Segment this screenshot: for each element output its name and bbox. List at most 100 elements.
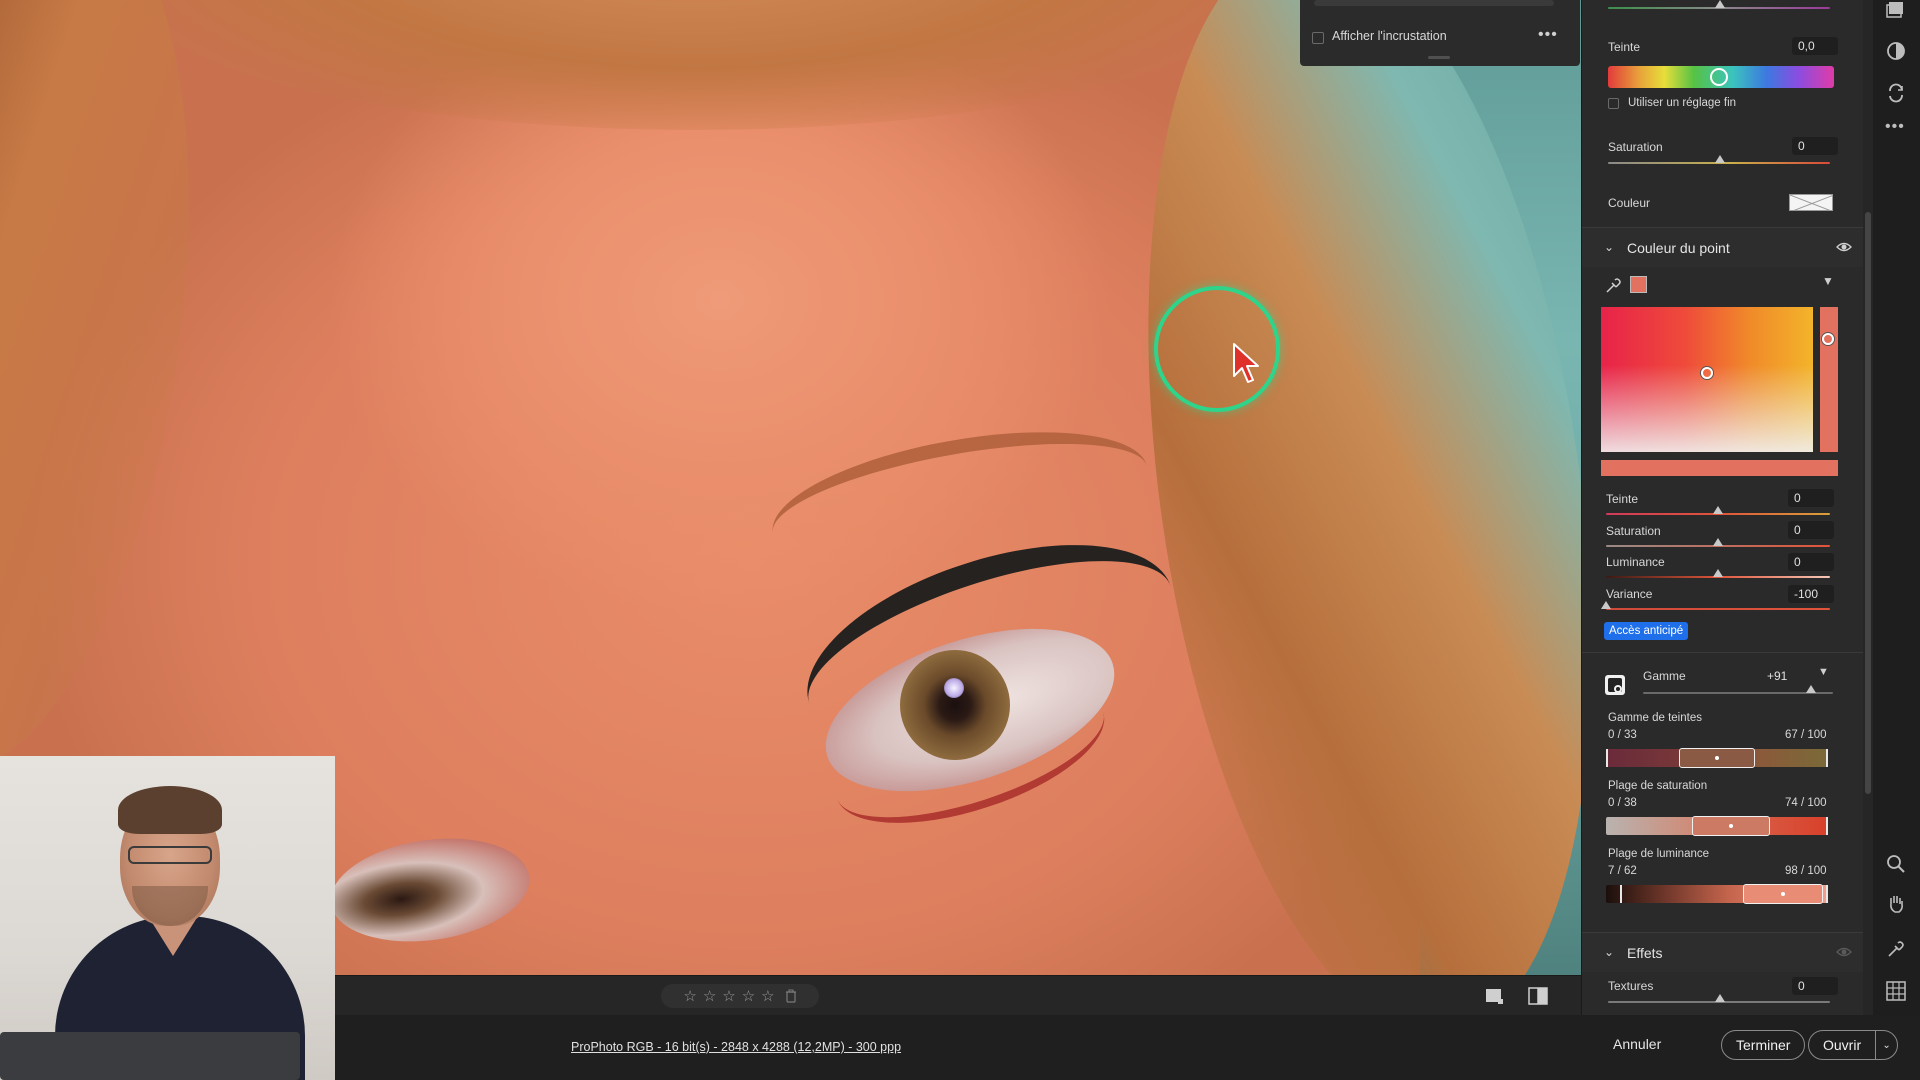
point-hue-thumb[interactable] <box>1713 506 1723 514</box>
chevron-down-icon[interactable]: ▼ <box>1822 274 1834 288</box>
luminance-range-slider[interactable] <box>1606 884 1828 904</box>
hue-slider-thumb[interactable] <box>1710 68 1728 86</box>
fine-tune-label: Utiliser un réglage fin <box>1628 97 1737 109</box>
star-rating[interactable]: ☆ ☆ ☆ ☆ ☆ <box>661 984 819 1008</box>
point-saturation-thumb[interactable] <box>1713 538 1723 546</box>
point-saturation-label: Saturation <box>1606 524 1661 538</box>
tool-strip: ••• <box>1873 0 1920 1015</box>
saturation-value[interactable]: 0 <box>1792 137 1838 155</box>
hue-range-end[interactable] <box>1826 749 1828 767</box>
saturation-range-selection[interactable] <box>1692 816 1770 836</box>
textures-label: Textures <box>1608 979 1654 993</box>
hue-range-selection[interactable] <box>1679 748 1755 768</box>
hue-range-left-value: 0 / 33 <box>1608 729 1637 741</box>
star-icon[interactable]: ☆ <box>703 989 716 1004</box>
drag-handle[interactable] <box>1428 56 1450 59</box>
early-access-badge[interactable]: Accès anticipé <box>1604 622 1689 640</box>
hair-region-left <box>0 0 241 801</box>
saturation-range-slider[interactable] <box>1606 816 1828 836</box>
variance-thumb[interactable] <box>1601 601 1611 609</box>
hue-range-start[interactable] <box>1606 749 1608 767</box>
visibility-eye-icon[interactable] <box>1836 945 1852 959</box>
view-toolbar: ☆ ☆ ☆ ☆ ☆ <box>335 975 1581 1015</box>
textures-value[interactable]: 0 <box>1792 977 1838 995</box>
chevron-down-icon[interactable]: ▼ <box>1818 666 1829 678</box>
color-preview-bar <box>1601 460 1838 476</box>
point-luminance-thumb[interactable] <box>1713 569 1723 577</box>
luminance-range-label: Plage de luminance <box>1608 848 1710 860</box>
grid-icon[interactable] <box>1885 980 1907 1002</box>
cursor-arrow-icon <box>1233 343 1259 383</box>
webcam-overlay <box>0 756 335 1080</box>
sync-icon[interactable] <box>1885 82 1907 104</box>
compare-view-icon[interactable] <box>1527 986 1549 1006</box>
second-eye <box>324 826 536 954</box>
variance-label: Variance <box>1606 587 1653 601</box>
color-swatch[interactable] <box>1789 194 1833 211</box>
cancel-button[interactable]: Annuler <box>1613 1036 1661 1052</box>
saturation-range-end[interactable] <box>1826 817 1828 835</box>
range-thumb[interactable] <box>1806 685 1816 693</box>
hue-range-slider[interactable] <box>1606 748 1828 768</box>
eyedropper-icon[interactable] <box>1604 277 1622 295</box>
textures-thumb[interactable] <box>1715 994 1725 1002</box>
luminance-range-left-value: 7 / 62 <box>1608 865 1637 877</box>
point-luminance-value[interactable]: 0 <box>1788 553 1834 571</box>
chevron-down-icon[interactable]: ⌄ <box>1604 945 1614 959</box>
hue-range-label: Gamme de teintes <box>1608 712 1702 724</box>
adjustments-panel: Teinte 0,0 Utiliser un réglage fin Satur… <box>1581 0 1863 1015</box>
more-options-icon[interactable]: ••• <box>1538 26 1558 44</box>
effects-title: Effets <box>1627 945 1663 961</box>
star-icon[interactable]: ☆ <box>722 989 735 1004</box>
mask-icon[interactable] <box>1885 40 1907 62</box>
open-button[interactable]: Ouvrir <box>1809 1031 1875 1059</box>
color-strip-marker[interactable] <box>1822 333 1834 345</box>
chevron-down-icon[interactable]: ⌄ <box>1875 1031 1897 1059</box>
panel-scrollbar[interactable] <box>1863 0 1873 1015</box>
star-icon[interactable]: ☆ <box>683 989 696 1004</box>
zoom-icon[interactable] <box>1885 853 1907 875</box>
star-icon[interactable]: ☆ <box>742 989 755 1004</box>
file-info-link[interactable]: ProPhoto RGB - 16 bit(s) - 2848 x 4288 (… <box>571 1040 901 1054</box>
hair-region <box>120 0 1270 130</box>
point-hue-value[interactable]: 0 <box>1788 489 1834 507</box>
divider <box>1582 652 1863 653</box>
range-label: Gamme <box>1643 669 1686 683</box>
eyedropper-tool-icon[interactable] <box>1885 938 1907 960</box>
variance-value[interactable]: -100 <box>1788 585 1834 603</box>
luminance-range-end[interactable] <box>1826 885 1828 903</box>
done-button[interactable]: Terminer <box>1721 1030 1806 1060</box>
show-overlay-checkbox[interactable] <box>1312 32 1324 44</box>
variance-track[interactable] <box>1606 608 1830 610</box>
star-icon[interactable]: ☆ <box>761 989 774 1004</box>
range-mask-icon[interactable] <box>1604 674 1626 696</box>
color-field[interactable] <box>1601 307 1813 452</box>
slider-thumb[interactable] <box>1715 0 1725 8</box>
range-track[interactable] <box>1643 692 1833 694</box>
fine-tune-checkbox[interactable] <box>1608 98 1619 109</box>
luminance-range-selection[interactable] <box>1743 884 1823 904</box>
panels-icon[interactable] <box>1885 0 1907 22</box>
saturation-range-left-value: 0 / 38 <box>1608 797 1637 809</box>
single-view-icon[interactable] <box>1483 986 1505 1006</box>
show-overlay-label: Afficher l'incrustation <box>1332 29 1447 43</box>
hand-icon[interactable] <box>1885 892 1907 914</box>
trash-icon[interactable] <box>785 989 797 1003</box>
color-label: Couleur <box>1608 196 1651 210</box>
point-color-section-header[interactable]: ⌄ Couleur du point <box>1582 227 1863 267</box>
saturation-range-label: Plage de saturation <box>1608 780 1708 792</box>
range-value[interactable]: +91 <box>1767 669 1787 683</box>
luminance-range-start[interactable] <box>1620 885 1622 903</box>
saturation-thumb[interactable] <box>1715 155 1725 163</box>
tint-value[interactable]: 0,0 <box>1792 37 1838 55</box>
chevron-down-icon[interactable]: ⌄ <box>1604 240 1614 254</box>
more-icon[interactable]: ••• <box>1885 118 1907 140</box>
selected-color-swatch[interactable] <box>1630 276 1647 293</box>
visibility-eye-icon[interactable] <box>1836 240 1852 254</box>
color-strip[interactable] <box>1820 307 1838 452</box>
point-saturation-value[interactable]: 0 <box>1788 521 1834 539</box>
effects-section-header[interactable]: ⌄ Effets <box>1582 932 1863 972</box>
color-field-marker[interactable] <box>1701 367 1713 379</box>
open-button-group: Ouvrir ⌄ <box>1808 1030 1899 1060</box>
hue-slider[interactable] <box>1608 66 1834 88</box>
